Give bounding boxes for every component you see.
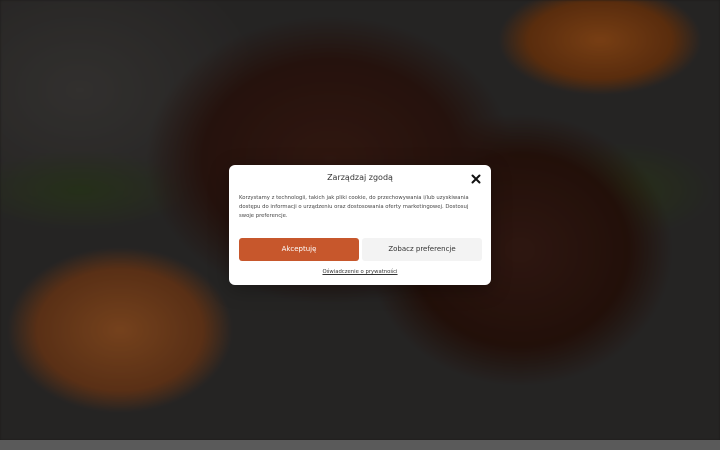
modal-title: Zarządzaj zgodą [327, 173, 393, 182]
accept-button[interactable]: Akceptuję [239, 238, 359, 261]
close-icon[interactable] [471, 174, 481, 184]
cookie-consent-modal: Zarządzaj zgodą Korzystamy z technologii… [229, 165, 491, 285]
page-footer-strip [0, 440, 720, 450]
consent-description: Korzystamy z technologii, takich jak pli… [239, 195, 469, 219]
view-preferences-button[interactable]: Zobacz preferencje [362, 238, 482, 261]
privacy-statement-link[interactable]: Oświadczenie o prywatności [229, 269, 491, 275]
